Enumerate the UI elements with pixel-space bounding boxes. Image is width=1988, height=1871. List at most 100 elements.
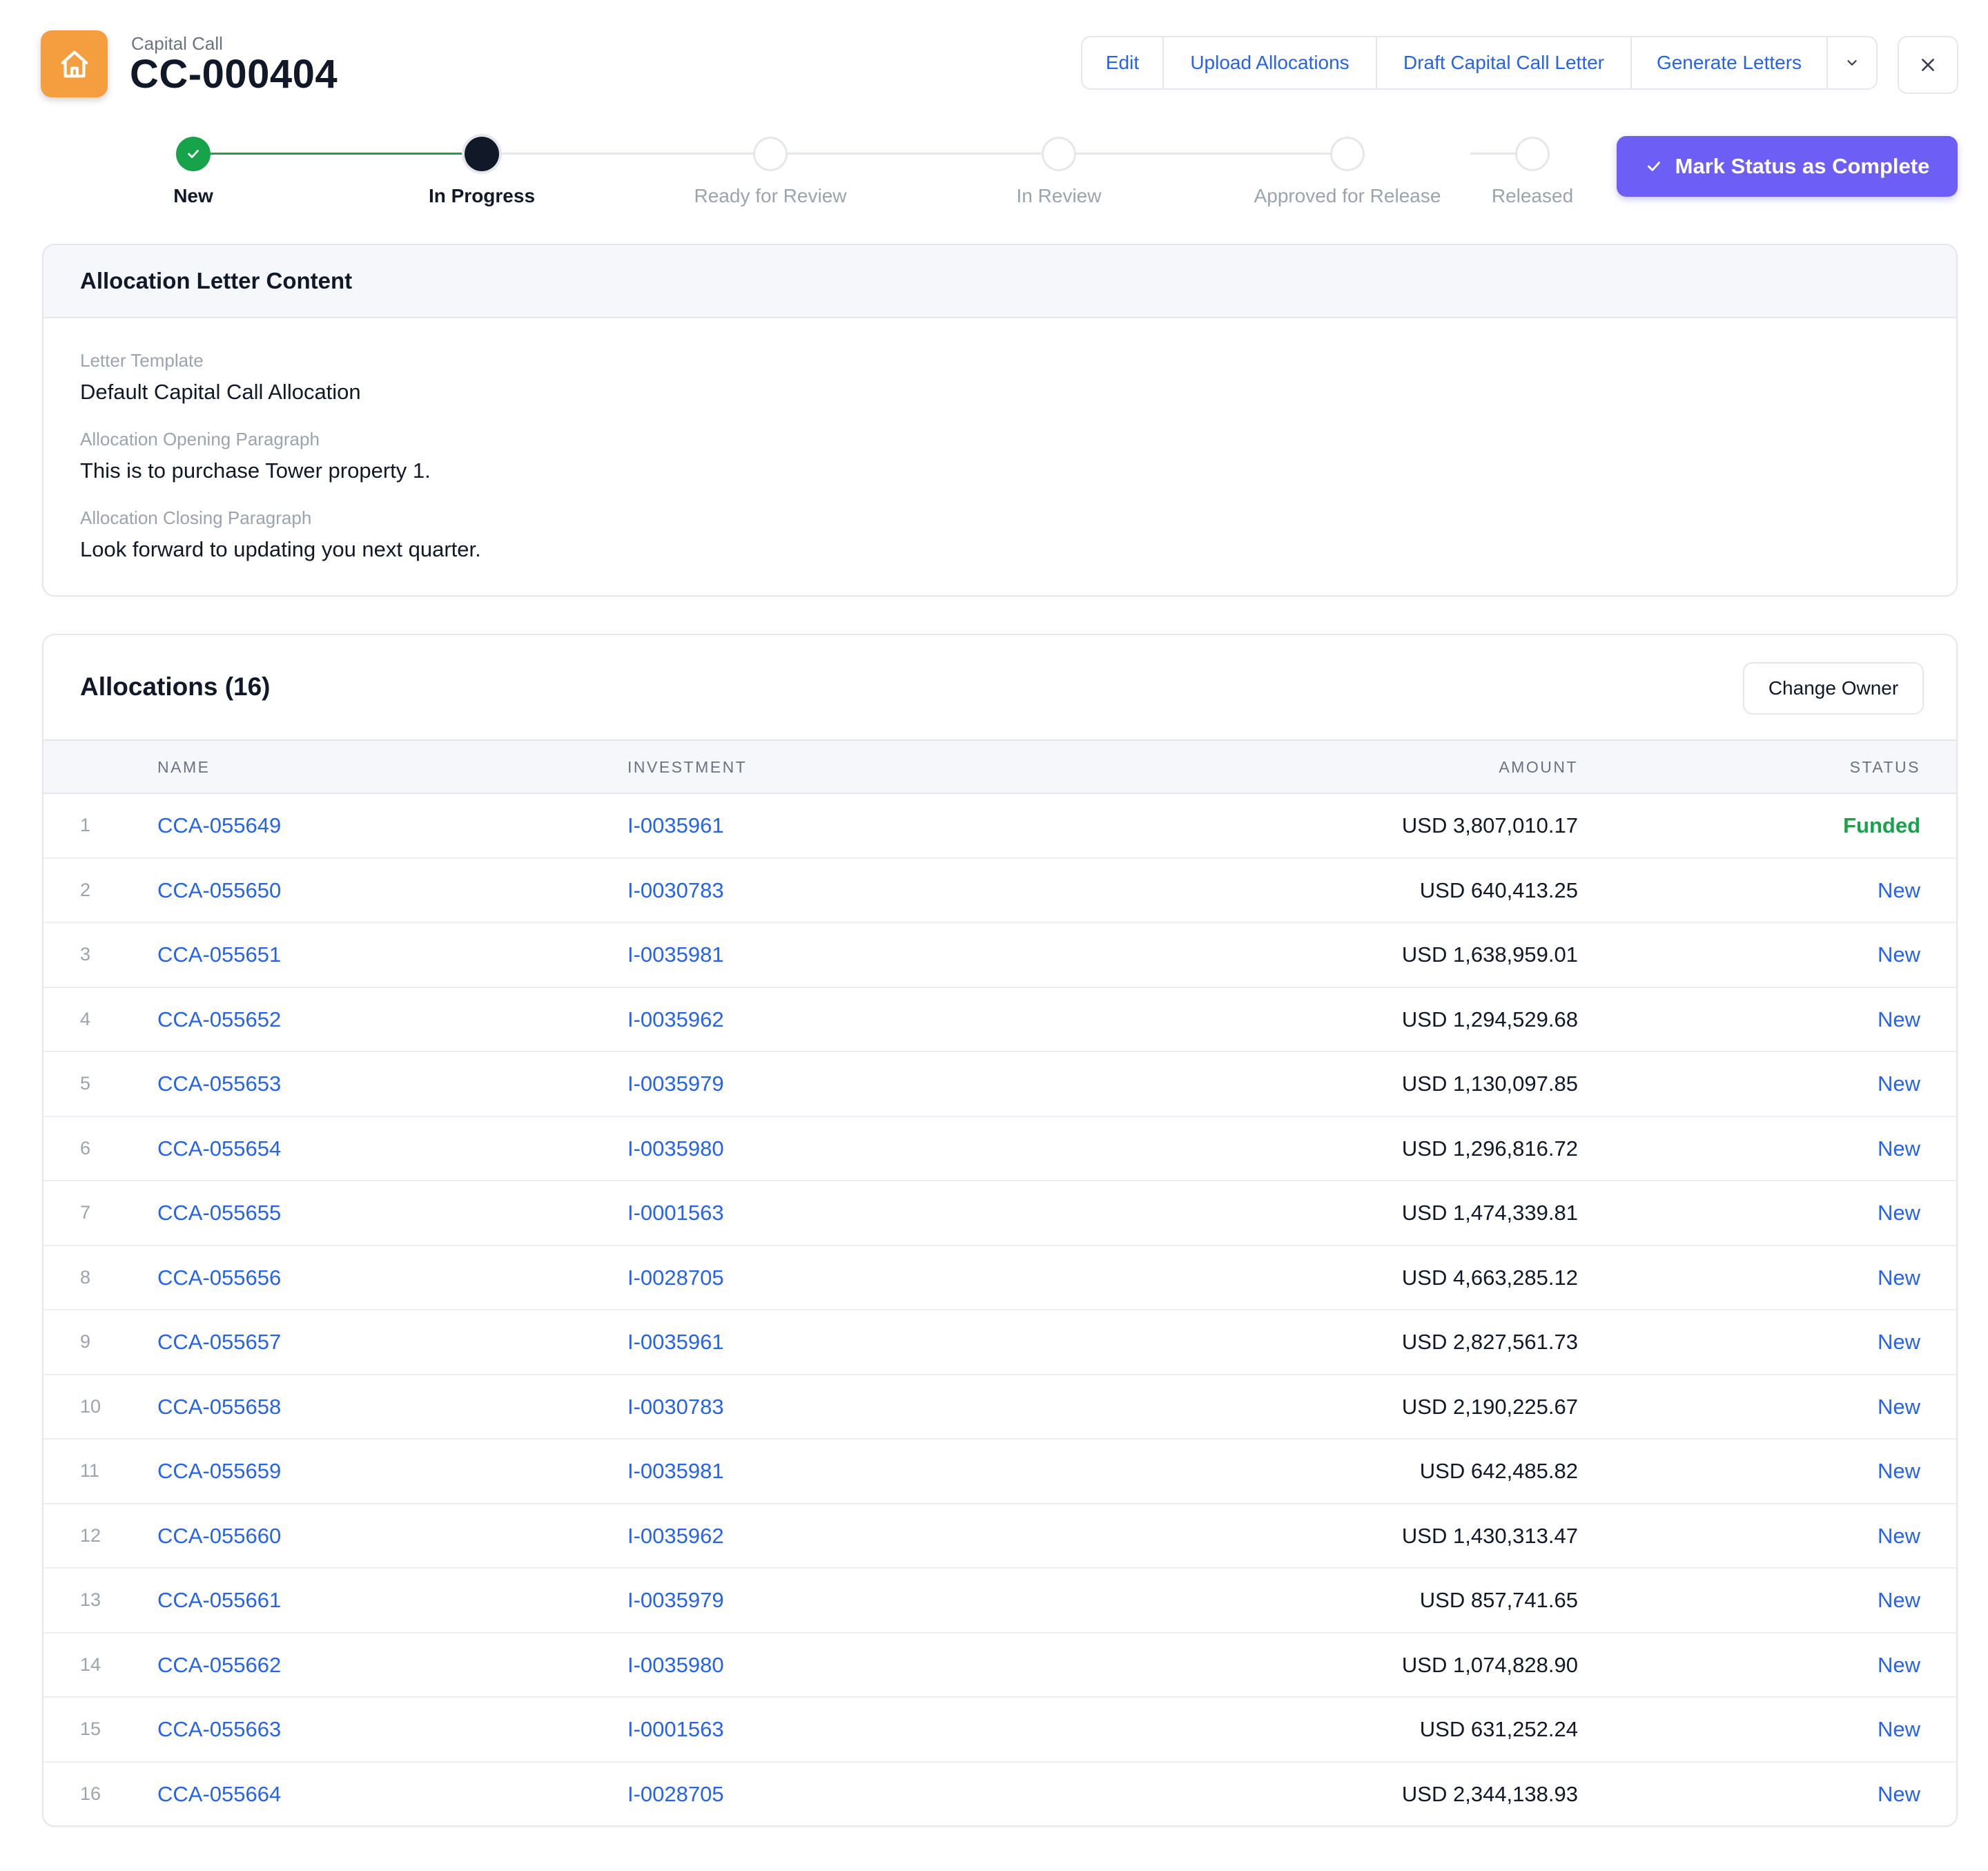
investment-link[interactable]: I-0035980 [627, 1136, 724, 1161]
draft-capital-call-letter-button[interactable]: Draft Capital Call Letter [1377, 37, 1632, 88]
amount-value: USD 1,130,097.85 [1401, 1072, 1578, 1096]
amount-value: USD 640,413.25 [1419, 878, 1578, 902]
step-released-dot [1515, 137, 1550, 171]
status-value: New [1877, 1072, 1920, 1096]
allocation-name-link[interactable]: CCA-055658 [157, 1395, 281, 1419]
row-number: 13 [80, 1589, 101, 1610]
table-row: 3 CCA-055651 I-0035981 USD 1,638,959.01 … [43, 923, 1956, 988]
mark-status-complete-button[interactable]: Mark Status as Complete [1617, 136, 1958, 197]
row-number: 11 [80, 1460, 100, 1481]
investment-link[interactable]: I-0035962 [627, 1007, 724, 1032]
row-number: 7 [80, 1202, 91, 1223]
investment-link[interactable]: I-0035981 [627, 942, 724, 967]
allocation-name-link[interactable]: CCA-055660 [157, 1524, 281, 1549]
table-row: 5 CCA-055653 I-0035979 USD 1,130,097.85 … [43, 1052, 1956, 1117]
row-number: 8 [80, 1266, 91, 1288]
investment-link[interactable]: I-0001563 [627, 1201, 724, 1225]
status-stepper: New In Progress Ready for Review In Revi… [0, 131, 1588, 214]
status-value: New [1877, 1588, 1920, 1612]
status-value: New [1877, 878, 1920, 902]
allocation-name-link[interactable]: CCA-055664 [157, 1782, 281, 1807]
investment-link[interactable]: I-0035981 [627, 1459, 724, 1484]
allocation-name-link[interactable]: CCA-055656 [157, 1266, 281, 1290]
field-label: Letter Template [80, 350, 204, 371]
amount-value: USD 631,252.24 [1419, 1717, 1578, 1741]
allocations-table-body: 1 CCA-055649 I-0035961 USD 3,807,010.17 … [43, 794, 1956, 1825]
amount-value: USD 2,827,561.73 [1401, 1330, 1578, 1354]
allocation-name-link[interactable]: CCA-055657 [157, 1330, 281, 1355]
status-value: New [1877, 1717, 1920, 1741]
investment-link[interactable]: I-0030783 [627, 878, 724, 903]
row-number: 10 [80, 1395, 101, 1417]
column-header-investment[interactable]: INVESTMENT [627, 758, 747, 777]
allocation-name-link[interactable]: CCA-055653 [157, 1072, 281, 1096]
investment-link[interactable]: I-0035961 [627, 1330, 724, 1355]
amount-value: USD 1,294,529.68 [1401, 1007, 1578, 1031]
table-row: 14 CCA-055662 I-0035980 USD 1,074,828.90… [43, 1634, 1956, 1698]
close-button[interactable] [1898, 36, 1958, 94]
action-button-group: Edit Upload Allocations Draft Capital Ca… [1081, 36, 1878, 90]
change-owner-button[interactable]: Change Owner [1743, 662, 1924, 715]
closing-paragraph-field: Allocation Closing Paragraph Look forwar… [80, 507, 481, 562]
allocation-name-link[interactable]: CCA-055651 [157, 942, 281, 967]
page-title: CC-000404 [130, 52, 338, 97]
field-value: This is to purchase Tower property 1. [80, 458, 431, 483]
allocation-name-link[interactable]: CCA-055662 [157, 1653, 281, 1678]
step-label-in-review: In Review [1016, 185, 1102, 206]
more-actions-dropdown[interactable] [1828, 37, 1876, 88]
row-number: 5 [80, 1073, 91, 1094]
allocation-name-link[interactable]: CCA-055652 [157, 1007, 281, 1032]
investment-link[interactable]: I-0035962 [627, 1524, 724, 1549]
row-number: 12 [80, 1524, 101, 1546]
step-label-ready-for-review: Ready for Review [694, 185, 847, 206]
step-in-review-dot [1042, 137, 1076, 171]
stepper-connector [770, 153, 1059, 155]
field-value: Default Capital Call Allocation [80, 380, 361, 404]
mark-status-complete-label: Mark Status as Complete [1675, 154, 1930, 178]
investment-link[interactable]: I-0001563 [627, 1717, 724, 1742]
step-label-approved-for-release: Approved for Release [1254, 185, 1441, 206]
home-icon[interactable] [41, 30, 108, 97]
table-row: 2 CCA-055650 I-0030783 USD 640,413.25 Ne… [43, 859, 1956, 923]
generate-letters-button[interactable]: Generate Letters [1632, 37, 1828, 88]
column-header-amount[interactable]: AMOUNT [1499, 758, 1578, 777]
amount-value: USD 857,741.65 [1419, 1588, 1578, 1612]
allocation-name-link[interactable]: CCA-055650 [157, 878, 281, 903]
allocation-name-link[interactable]: CCA-055655 [157, 1201, 281, 1225]
amount-value: USD 1,638,959.01 [1401, 942, 1578, 967]
investment-link[interactable]: I-0035961 [627, 813, 724, 838]
amount-value: USD 4,663,285.12 [1401, 1265, 1578, 1290]
step-label-new: New [173, 185, 213, 206]
column-header-name[interactable]: NAME [157, 758, 210, 777]
investment-link[interactable]: I-0035979 [627, 1588, 724, 1613]
row-number: 2 [80, 879, 91, 900]
allocations-card: Allocations (16) Change Owner NAME INVES… [42, 634, 1958, 1827]
allocation-name-link[interactable]: CCA-055659 [157, 1459, 281, 1484]
table-row: 13 CCA-055661 I-0035979 USD 857,741.65 N… [43, 1569, 1956, 1634]
status-value: New [1877, 1459, 1920, 1483]
investment-link[interactable]: I-0035979 [627, 1072, 724, 1096]
check-icon [1647, 162, 1660, 171]
edit-button[interactable]: Edit [1082, 37, 1164, 88]
investment-link[interactable]: I-0028705 [627, 1782, 724, 1807]
stepper-connector [1059, 153, 1347, 155]
step-in-progress-dot [465, 137, 499, 171]
table-row: 10 CCA-055658 I-0030783 USD 2,190,225.67… [43, 1375, 1956, 1439]
investment-link[interactable]: I-0030783 [627, 1395, 724, 1419]
status-value: Funded [1843, 813, 1920, 837]
row-number: 15 [80, 1718, 101, 1739]
stepper-connector [482, 153, 770, 155]
upload-allocations-button[interactable]: Upload Allocations [1164, 37, 1377, 88]
allocation-name-link[interactable]: CCA-055654 [157, 1136, 281, 1161]
amount-value: USD 1,430,313.47 [1401, 1523, 1578, 1548]
allocation-name-link[interactable]: CCA-055663 [157, 1717, 281, 1742]
step-ready-for-review-dot [753, 137, 788, 171]
investment-link[interactable]: I-0028705 [627, 1266, 724, 1290]
column-header-status[interactable]: STATUS [1850, 758, 1920, 777]
step-new-dot [176, 137, 211, 171]
allocation-name-link[interactable]: CCA-055649 [157, 813, 281, 838]
investment-link[interactable]: I-0035980 [627, 1653, 724, 1678]
amount-value: USD 2,190,225.67 [1401, 1394, 1578, 1419]
amount-value: USD 2,344,138.93 [1401, 1781, 1578, 1806]
allocation-name-link[interactable]: CCA-055661 [157, 1588, 281, 1613]
